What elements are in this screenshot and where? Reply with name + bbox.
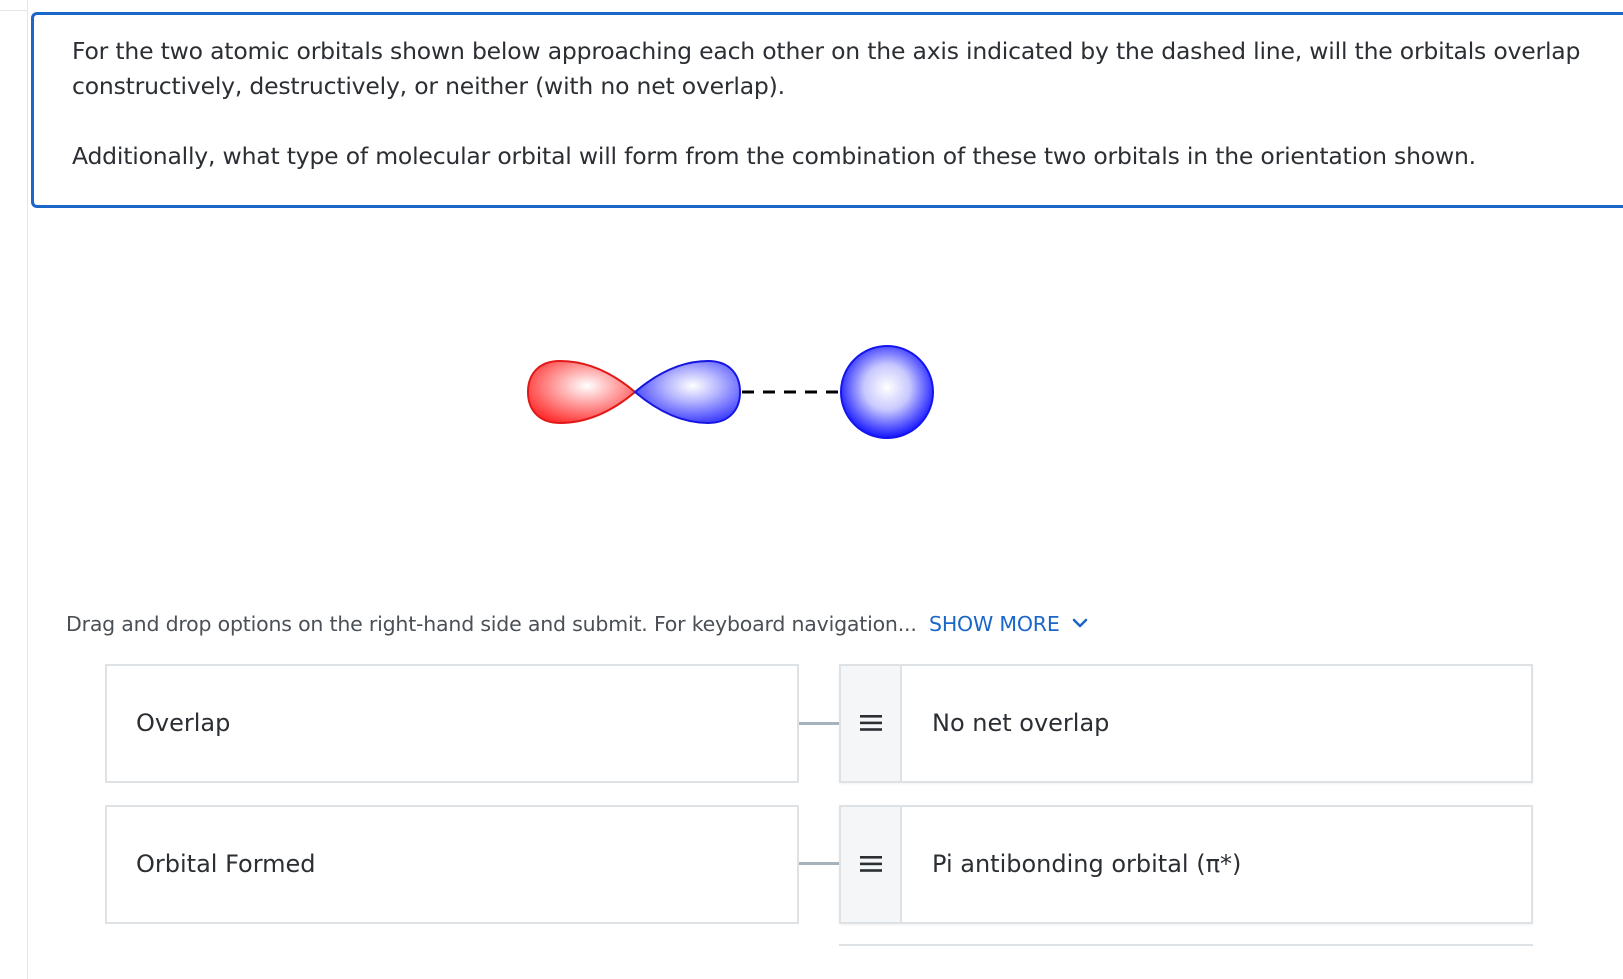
match-connector (799, 722, 840, 725)
top-divider (0, 10, 28, 11)
next-option-card-partial (839, 944, 1533, 979)
drag-drop-instructions: Drag and drop options on the right-hand … (66, 608, 1088, 640)
question-text-line-1: For the two atomic orbitals shown below … (72, 37, 1581, 65)
question-prompt-box: For the two atomic orbitals shown below … (31, 12, 1623, 208)
question-text-line-2: constructively, destructively, or neithe… (72, 72, 785, 100)
question-page: For the two atomic orbitals shown below … (0, 0, 1623, 979)
option-label: No net overlap (932, 709, 1110, 737)
instructions-text: Drag and drop options on the right-hand … (66, 612, 917, 636)
show-more-link[interactable]: SHOW MORE (929, 612, 1088, 636)
left-divider (27, 0, 28, 979)
drag-handle-icon (860, 715, 882, 731)
s-orbital-sphere (840, 345, 934, 439)
p-orbital-blue-lobe (633, 359, 742, 425)
target-label: Orbital Formed (136, 850, 316, 878)
match-connector (799, 862, 840, 865)
drag-handle-icon (860, 856, 882, 872)
drag-handle[interactable] (841, 666, 902, 781)
question-text-line-3: Additionally, what type of molecular orb… (72, 142, 1476, 170)
chevron-down-icon (1072, 618, 1088, 628)
orbital-diagram (526, 345, 934, 439)
draggable-option-no-net-overlap[interactable]: No net overlap (839, 664, 1533, 783)
drop-target-overlap[interactable]: Overlap (105, 664, 799, 783)
option-label: Pi antibonding orbital (π*) (932, 850, 1242, 878)
drop-target-orbital-formed[interactable]: Orbital Formed (105, 805, 799, 924)
drag-handle[interactable] (841, 807, 902, 922)
p-orbital-red-lobe (526, 359, 637, 425)
target-label: Overlap (136, 709, 231, 737)
show-more-label: SHOW MORE (929, 612, 1060, 636)
draggable-option-pi-antibonding[interactable]: Pi antibonding orbital (π*) (839, 805, 1533, 924)
